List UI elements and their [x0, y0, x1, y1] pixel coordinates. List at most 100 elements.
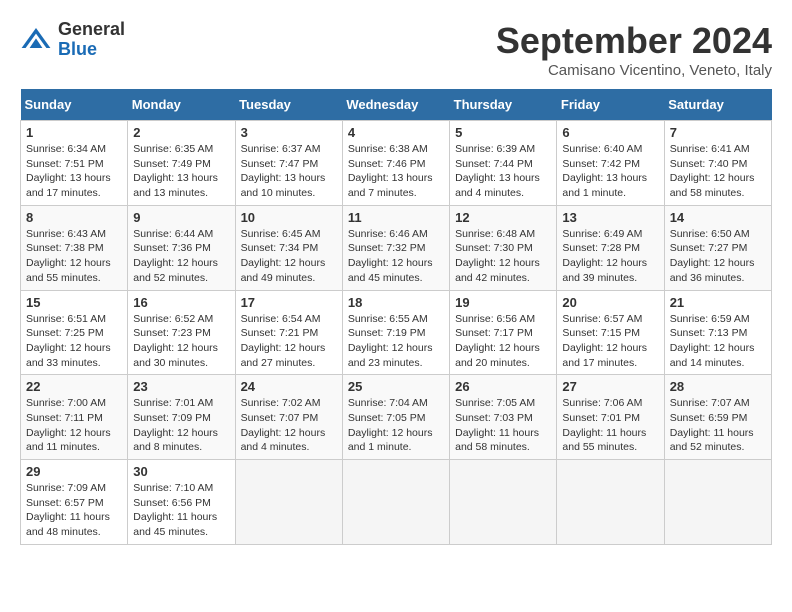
day-number: 14 [670, 210, 766, 225]
day-number: 13 [562, 210, 658, 225]
day-number: 21 [670, 295, 766, 310]
week-row-2: 8Sunrise: 6:43 AMSunset: 7:38 PMDaylight… [21, 205, 772, 290]
day-info: Sunrise: 6:41 AMSunset: 7:40 PMDaylight:… [670, 142, 766, 201]
day-cell-25: 25Sunrise: 7:04 AMSunset: 7:05 PMDayligh… [342, 375, 449, 460]
day-info: Sunrise: 6:51 AMSunset: 7:25 PMDaylight:… [26, 312, 122, 371]
page-header: General Blue September 2024 Camisano Vic… [20, 20, 772, 79]
empty-cell [235, 460, 342, 545]
day-number: 30 [133, 464, 229, 479]
day-cell-30: 30 Sunrise: 7:10 AMSunset: 6:56 PMDayligh… [128, 460, 235, 545]
day-info: Sunrise: 6:55 AMSunset: 7:19 PMDaylight:… [348, 312, 444, 371]
day-info: Sunrise: 6:44 AMSunset: 7:36 PMDaylight:… [133, 227, 229, 286]
day-number: 26 [455, 379, 551, 394]
day-info: Sunrise: 7:07 AMSunset: 6:59 PMDaylight:… [670, 396, 766, 455]
logo: General Blue [20, 20, 125, 60]
day-info: Sunrise: 6:43 AMSunset: 7:38 PMDaylight:… [26, 227, 122, 286]
day-info: Sunrise: 7:02 AMSunset: 7:07 PMDaylight:… [241, 396, 337, 455]
logo-general: General [58, 19, 125, 39]
day-cell-23: 23 Sunrise: 7:01 AMSunset: 7:09 PMDayligh… [128, 375, 235, 460]
day-info: Sunrise: 6:37 AMSunset: 7:47 PMDaylight:… [241, 142, 337, 201]
day-cell-3: 3Sunrise: 6:37 AMSunset: 7:47 PMDaylight… [235, 121, 342, 206]
logo-blue: Blue [58, 39, 97, 59]
day-cell-5: 5 Sunrise: 6:39 AMSunset: 7:44 PMDaylight… [450, 121, 557, 206]
week-row-3: 15Sunrise: 6:51 AMSunset: 7:25 PMDayligh… [21, 290, 772, 375]
day-number: 5 [455, 125, 551, 140]
day-number: 16 [133, 295, 229, 310]
empty-cell [664, 460, 771, 545]
day-cell-16: 16 Sunrise: 6:52 AMSunset: 7:23 PMDayligh… [128, 290, 235, 375]
day-cell-7: 7 Sunrise: 6:41 AMSunset: 7:40 PMDaylight… [664, 121, 771, 206]
day-cell-9: 9 Sunrise: 6:44 AMSunset: 7:36 PMDaylight… [128, 205, 235, 290]
day-info: Sunrise: 7:01 AMSunset: 7:09 PMDaylight:… [133, 396, 229, 455]
day-cell-28: 28 Sunrise: 7:07 AMSunset: 6:59 PMDayligh… [664, 375, 771, 460]
day-number: 24 [241, 379, 337, 394]
day-cell-21: 21 Sunrise: 6:59 AMSunset: 7:13 PMDayligh… [664, 290, 771, 375]
logo-text: General Blue [58, 20, 125, 60]
title-area: September 2024 Camisano Vicentino, Venet… [496, 20, 772, 79]
day-cell-12: 12 Sunrise: 6:48 AMSunset: 7:30 PMDayligh… [450, 205, 557, 290]
day-number: 23 [133, 379, 229, 394]
logo-icon [20, 24, 52, 56]
day-cell-4: 4 Sunrise: 6:38 AMSunset: 7:46 PMDaylight… [342, 121, 449, 206]
day-number: 29 [26, 464, 122, 479]
day-cell-18: 18 Sunrise: 6:55 AMSunset: 7:19 PMDayligh… [342, 290, 449, 375]
header-day-thursday: Thursday [450, 89, 557, 121]
day-info: Sunrise: 6:45 AMSunset: 7:34 PMDaylight:… [241, 227, 337, 286]
empty-cell [342, 460, 449, 545]
day-cell-19: 19 Sunrise: 6:56 AMSunset: 7:17 PMDayligh… [450, 290, 557, 375]
header-row: SundayMondayTuesdayWednesdayThursdayFrid… [21, 89, 772, 121]
day-info: Sunrise: 7:09 AMSunset: 6:57 PMDaylight:… [26, 481, 122, 540]
day-cell-8: 8Sunrise: 6:43 AMSunset: 7:38 PMDaylight… [21, 205, 128, 290]
day-cell-13: 13 Sunrise: 6:49 AMSunset: 7:28 PMDayligh… [557, 205, 664, 290]
day-number: 12 [455, 210, 551, 225]
day-cell-14: 14Sunrise: 6:50 AMSunset: 7:27 PMDayligh… [664, 205, 771, 290]
day-number: 28 [670, 379, 766, 394]
day-cell-26: 26 Sunrise: 7:05 AMSunset: 7:03 PMDayligh… [450, 375, 557, 460]
day-number: 18 [348, 295, 444, 310]
day-cell-27: 27 Sunrise: 7:06 AMSunset: 7:01 PMDayligh… [557, 375, 664, 460]
empty-cell [450, 460, 557, 545]
header-day-monday: Monday [128, 89, 235, 121]
header-day-wednesday: Wednesday [342, 89, 449, 121]
day-cell-1: 1Sunrise: 6:34 AMSunset: 7:51 PMDaylight… [21, 121, 128, 206]
day-info: Sunrise: 6:38 AMSunset: 7:46 PMDaylight:… [348, 142, 444, 201]
day-number: 4 [348, 125, 444, 140]
day-cell-11: 11Sunrise: 6:46 AMSunset: 7:32 PMDayligh… [342, 205, 449, 290]
empty-cell [557, 460, 664, 545]
day-info: Sunrise: 6:39 AMSunset: 7:44 PMDaylight:… [455, 142, 551, 201]
day-info: Sunrise: 6:59 AMSunset: 7:13 PMDaylight:… [670, 312, 766, 371]
header-day-tuesday: Tuesday [235, 89, 342, 121]
day-info: Sunrise: 6:52 AMSunset: 7:23 PMDaylight:… [133, 312, 229, 371]
location: Camisano Vicentino, Veneto, Italy [496, 62, 772, 79]
week-row-4: 22 Sunrise: 7:00 AMSunset: 7:11 PMDayligh… [21, 375, 772, 460]
calendar-table: SundayMondayTuesdayWednesdayThursdayFrid… [20, 89, 772, 545]
day-number: 7 [670, 125, 766, 140]
day-info: Sunrise: 6:34 AMSunset: 7:51 PMDaylight:… [26, 142, 122, 201]
day-number: 19 [455, 295, 551, 310]
week-row-5: 29 Sunrise: 7:09 AMSunset: 6:57 PMDayligh… [21, 460, 772, 545]
header-day-friday: Friday [557, 89, 664, 121]
header-day-sunday: Sunday [21, 89, 128, 121]
day-number: 9 [133, 210, 229, 225]
day-info: Sunrise: 7:00 AMSunset: 7:11 PMDaylight:… [26, 396, 122, 455]
day-number: 27 [562, 379, 658, 394]
day-number: 10 [241, 210, 337, 225]
day-info: Sunrise: 6:48 AMSunset: 7:30 PMDaylight:… [455, 227, 551, 286]
day-cell-2: 2Sunrise: 6:35 AMSunset: 7:49 PMDaylight… [128, 121, 235, 206]
day-info: Sunrise: 6:56 AMSunset: 7:17 PMDaylight:… [455, 312, 551, 371]
day-cell-20: 20Sunrise: 6:57 AMSunset: 7:15 PMDayligh… [557, 290, 664, 375]
day-info: Sunrise: 6:54 AMSunset: 7:21 PMDaylight:… [241, 312, 337, 371]
header-day-saturday: Saturday [664, 89, 771, 121]
day-number: 20 [562, 295, 658, 310]
day-cell-22: 22 Sunrise: 7:00 AMSunset: 7:11 PMDayligh… [21, 375, 128, 460]
day-info: Sunrise: 7:10 AMSunset: 6:56 PMDaylight:… [133, 481, 229, 540]
day-number: 6 [562, 125, 658, 140]
day-cell-10: 10 Sunrise: 6:45 AMSunset: 7:34 PMDayligh… [235, 205, 342, 290]
day-info: Sunrise: 7:04 AMSunset: 7:05 PMDaylight:… [348, 396, 444, 455]
day-number: 22 [26, 379, 122, 394]
day-info: Sunrise: 6:49 AMSunset: 7:28 PMDaylight:… [562, 227, 658, 286]
day-info: Sunrise: 7:05 AMSunset: 7:03 PMDaylight:… [455, 396, 551, 455]
day-cell-17: 17Sunrise: 6:54 AMSunset: 7:21 PMDayligh… [235, 290, 342, 375]
day-info: Sunrise: 7:06 AMSunset: 7:01 PMDaylight:… [562, 396, 658, 455]
day-number: 2 [133, 125, 229, 140]
